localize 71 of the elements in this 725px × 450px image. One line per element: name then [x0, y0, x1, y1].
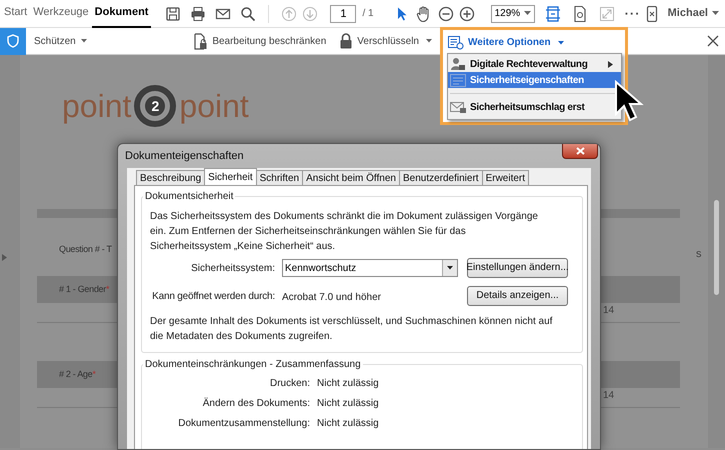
- menu-item[interactable]: Sicherheitseigenschaften: [448, 72, 621, 88]
- protect-action[interactable]: Verschlüsseln: [340, 33, 432, 49]
- lock-icon[interactable]: [340, 33, 352, 49]
- field-value: Nicht zulässig: [317, 417, 379, 431]
- question-value: 14: [603, 304, 614, 318]
- document-list-icon: [450, 74, 466, 86]
- menu-item[interactable]: Digitale Rechteverwaltung: [448, 56, 621, 72]
- locked-document-icon[interactable]: [193, 32, 208, 50]
- caret-icon: [426, 39, 432, 43]
- fit-page-icon[interactable]: [544, 4, 561, 22]
- logo-text: point: [62, 90, 132, 122]
- protect-menu[interactable]: Schützen: [34, 34, 87, 48]
- field-label: Sicherheitssystem:: [191, 262, 275, 276]
- dialog-tab[interactable]: Benutzerdefiniert: [398, 170, 483, 185]
- field-value: Nicht zulässig: [317, 397, 379, 411]
- description-text: Das Sicherheitssystem des Dokuments schränkt die im Dokument zulässigen Vorgänge ein. Zum Entfernen der Sicherheitseinschränkungen wählen Sie für das Sicherheitssystem „Keine Sicherheit“ aus.: [150, 210, 539, 254]
- group-heading: Dokumenteinschränkungen - Zusammenfassung: [144, 358, 362, 372]
- nav-tab[interactable]: Start: [1, 0, 30, 28]
- caret-icon: [80, 39, 87, 43]
- caret-icon[interactable]: [712, 11, 719, 16]
- page-total: / 1: [362, 7, 374, 21]
- dialog-title: Dokumenteigenschaften: [125, 148, 244, 164]
- zoom-in-icon[interactable]: [458, 6, 475, 22]
- page-number-field[interactable]: 1: [330, 4, 356, 22]
- caret-icon[interactable]: [524, 11, 531, 16]
- dialog-tab[interactable]: Ansicht beim Öffnen: [302, 170, 400, 185]
- close-button[interactable]: [562, 144, 598, 159]
- security-system-dropdown[interactable]: Kennwortschutz: [282, 259, 458, 277]
- nav-tab[interactable]: Werkzeuge: [30, 0, 92, 28]
- caret-icon: [558, 40, 564, 44]
- field-value: Nicht zulässig: [317, 377, 379, 391]
- field-label: Dokumentzusammenstellung:: [178, 417, 310, 431]
- field-label: Drucken:: [270, 377, 310, 391]
- steering-wheel-logo: 2: [134, 85, 176, 127]
- document-list-icon: [448, 36, 464, 50]
- field-label: Kann geöffnet werden durch:: [152, 290, 275, 304]
- page-rotate-icon[interactable]: [572, 4, 588, 22]
- submenu-arrow-icon: [608, 60, 613, 68]
- search-icon[interactable]: [240, 6, 256, 22]
- field-label: Ändern des Dokuments:: [202, 396, 310, 411]
- envelope-lock-icon: [450, 100, 466, 114]
- user-lock-icon: [450, 57, 466, 71]
- print-icon[interactable]: [190, 6, 206, 22]
- dialog-tab[interactable]: Erweitert: [482, 170, 530, 185]
- mobile-device-icon[interactable]: [646, 6, 658, 22]
- zoom-field[interactable]: 129%: [490, 4, 535, 22]
- shield-button[interactable]: [0, 28, 26, 54]
- more-options-button[interactable]: Weitere Optionen: [448, 35, 564, 50]
- logo-text: point: [179, 90, 249, 122]
- question-value: 14: [603, 389, 614, 403]
- save-icon[interactable]: [165, 6, 182, 22]
- dialog-tab[interactable]: Schriften: [256, 170, 304, 185]
- close-icon: [576, 147, 584, 155]
- zoom-out-icon[interactable]: [438, 6, 454, 22]
- question-label: Question # - T: [59, 242, 112, 256]
- more-button[interactable]: ···: [624, 4, 641, 24]
- question-label: # 2 - Age*: [59, 368, 96, 381]
- shield-icon: [7, 34, 19, 48]
- dialog-button[interactable]: Details anzeigen...: [467, 286, 568, 306]
- protect-action[interactable]: Bearbeitung beschränken: [193, 32, 326, 50]
- scrollbar-thumb[interactable]: [714, 200, 719, 295]
- dialog-tab[interactable]: Beschreibung: [136, 170, 206, 185]
- group-heading: Dokumentsicherheit: [144, 190, 234, 204]
- description-text: Der gesamte Inhalt des Dokuments ist verschlüsselt, und Suchmaschinen können nicht auf die Metadaten des Dokuments zugreifen.: [150, 315, 554, 344]
- question-label: # 1 - Gender*: [59, 282, 110, 296]
- field-value: Acrobat 7.0 und höher: [282, 292, 381, 303]
- dialog-tab[interactable]: Sicherheit: [204, 168, 257, 185]
- table-header-text: s: [696, 247, 702, 262]
- caret-icon: [447, 266, 453, 270]
- user-menu[interactable]: Michael: [668, 5, 708, 22]
- close-icon[interactable]: [707, 35, 719, 47]
